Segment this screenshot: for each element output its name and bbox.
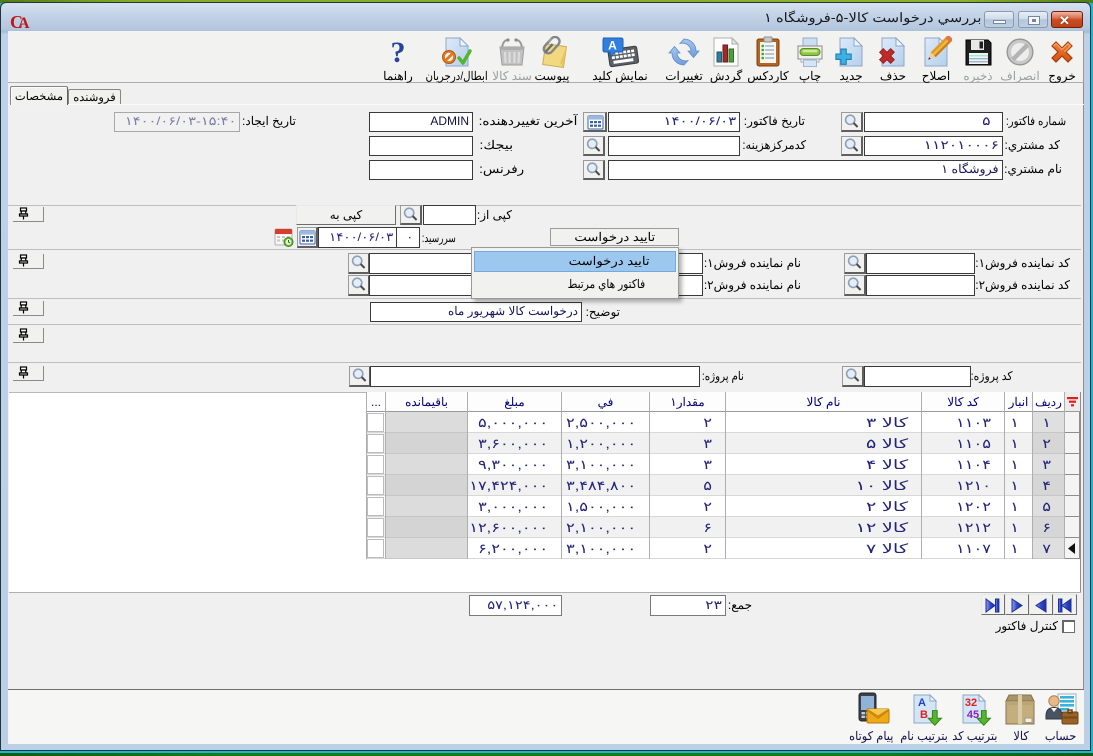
svg-text:45: 45 [967, 709, 979, 721]
svg-text:B: B [920, 709, 928, 721]
svg-text:A: A [608, 39, 617, 53]
svg-text:?: ? [391, 36, 406, 68]
svg-text:A: A [918, 697, 926, 709]
svg-text:32: 32 [965, 697, 977, 709]
